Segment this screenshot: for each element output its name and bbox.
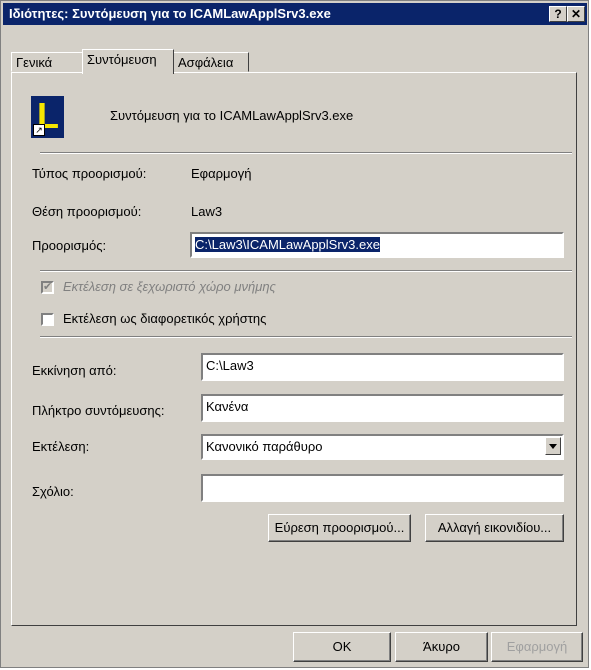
comment-input[interactable] (201, 474, 564, 502)
application-shortcut-icon: L ↗ (31, 95, 64, 138)
help-button[interactable]: ? (549, 6, 567, 22)
shortcut-arrow-icon: ↗ (33, 124, 45, 136)
change-icon-button[interactable]: Αλλαγή εικονιδίου... (425, 514, 564, 542)
apply-button[interactable]: Εφαρμογή (491, 632, 583, 662)
target-label: Προορισμός: (32, 238, 107, 253)
run-mode-value: Κανονικό παράθυρο (206, 439, 323, 454)
close-button[interactable]: ✕ (567, 6, 585, 22)
separate-memory-checkbox[interactable]: ✔ (41, 281, 54, 294)
target-value: C:\Law3\ICAMLawApplSrv3.exe (195, 237, 380, 252)
run-as-user-label: Εκτέλεση ως διαφορετικός χρήστης (63, 311, 267, 326)
window-title: Ιδιότητες: Συντόμευση για το ICAMLawAppl… (9, 6, 331, 21)
run-as-user-checkbox[interactable] (41, 313, 54, 326)
ok-button[interactable]: OK (293, 632, 391, 662)
shortcut-key-input[interactable]: Κανένα (201, 394, 564, 422)
separator (40, 270, 572, 272)
find-target-button[interactable]: Εύρεση προορισμού... (268, 514, 411, 542)
target-location-value: Law3 (191, 204, 223, 219)
target-location-label: Θέση προορισμού: (32, 204, 142, 219)
shortcut-key-label: Πλήκτρο συντόμευσης: (32, 403, 165, 418)
start-in-label: Εκκίνηση από: (32, 363, 117, 378)
separate-memory-label: Εκτέλεση σε ξεχωριστό χώρο μνήμης (63, 279, 276, 294)
shortcut-name: Συντόμευση για το ICAMLawApplSrv3.exe (110, 108, 354, 123)
target-input[interactable]: C:\Law3\ICAMLawApplSrv3.exe (190, 232, 564, 258)
properties-window: Ιδιότητες: Συντόμευση για το ICAMLawAppl… (0, 0, 589, 668)
tab-general[interactable]: Γενικά (11, 52, 83, 72)
comment-label: Σχόλιο: (32, 484, 74, 499)
tab-shortcut[interactable]: Συντόμευση (82, 49, 174, 74)
shortcut-panel: L ↗ Συντόμευση για το ICAMLawApplSrv3.ex… (11, 72, 577, 626)
target-type-value: Εφαρμογή (191, 166, 252, 181)
target-type-label: Τύπος προορισμού: (32, 166, 147, 181)
title-bar[interactable]: Ιδιότητες: Συντόμευση για το ICAMLawAppl… (3, 3, 587, 25)
run-mode-select[interactable]: Κανονικό παράθυρο (201, 434, 564, 460)
start-in-input[interactable]: C:\Law3 (201, 353, 564, 381)
tab-security[interactable]: Ασφάλεια (173, 52, 249, 72)
cancel-button[interactable]: Άκυρο (395, 632, 488, 662)
separator (40, 336, 572, 338)
run-label: Εκτέλεση: (32, 439, 90, 454)
dropdown-arrow-icon[interactable] (545, 437, 561, 455)
separator (40, 152, 572, 154)
